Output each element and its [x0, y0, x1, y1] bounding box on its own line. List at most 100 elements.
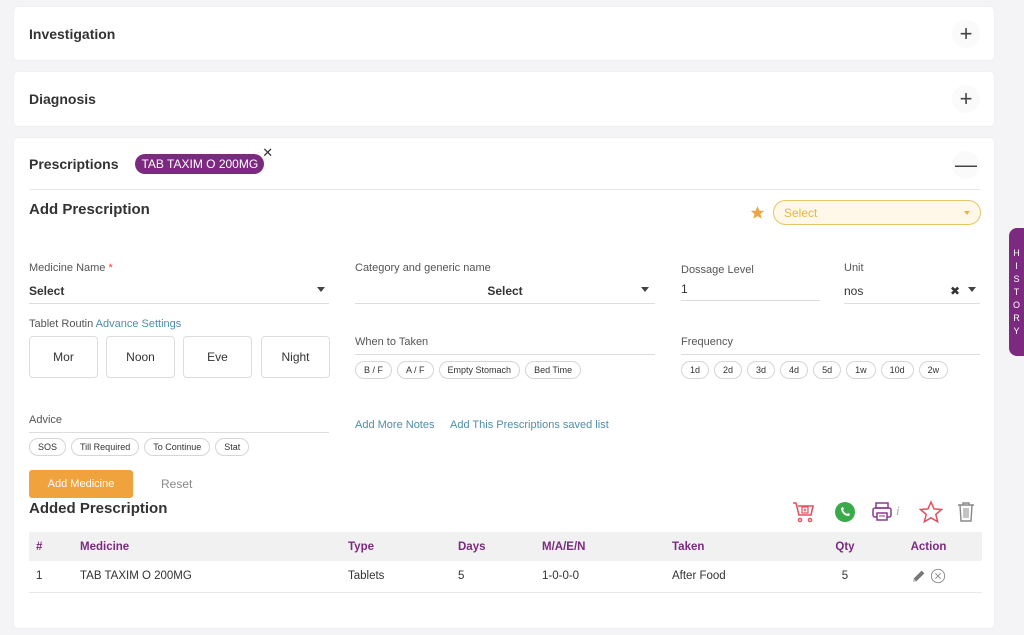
- when-before-food-chip[interactable]: B / F: [355, 361, 393, 379]
- reset-button[interactable]: Reset: [161, 477, 192, 491]
- diagnosis-title: Diagnosis: [29, 91, 96, 107]
- when-after-food-chip[interactable]: A / F: [397, 361, 434, 379]
- row-qty: 5: [815, 561, 875, 593]
- advice-to-continue-chip[interactable]: To Continue: [144, 438, 211, 456]
- save-prescription-list-link[interactable]: Add This Prescriptions saved list: [450, 419, 609, 431]
- tablet-routine-label-text: Tablet Routin: [29, 318, 94, 330]
- required-mark: *: [108, 262, 113, 274]
- frequency-chip[interactable]: 10d: [880, 361, 914, 379]
- clear-unit-icon[interactable]: ✖: [950, 284, 960, 298]
- category-value: Select: [487, 284, 523, 298]
- selected-medicine-chip: TAB TAXIM O 200MG ✕: [135, 145, 273, 174]
- unit-select[interactable]: nos ✖: [844, 284, 980, 304]
- selected-medicine-chip-label: TAB TAXIM O 200MG: [141, 157, 259, 171]
- when-to-taken-options: B / FA / F Empty Stomach Bed Time: [355, 360, 586, 379]
- row-taken: After Food: [665, 561, 815, 593]
- row-days: 5: [451, 561, 535, 593]
- row-maen: 1-0-0-0: [535, 561, 665, 593]
- table-row: 1 TAB TAXIM O 200MG Tablets 5 1-0-0-0 Af…: [29, 561, 982, 593]
- col-medicine: Medicine: [73, 532, 341, 561]
- when-to-taken-label: When to Taken: [355, 336, 655, 355]
- col-action: Action: [875, 532, 982, 561]
- history-letter: H: [1013, 247, 1020, 258]
- history-letter: Y: [1013, 325, 1020, 336]
- divider: [30, 189, 980, 190]
- frequency-chip[interactable]: 1d: [681, 361, 710, 379]
- history-letter: O: [1012, 299, 1020, 310]
- collapse-prescriptions-button[interactable]: —: [952, 151, 980, 179]
- row-actions: [875, 561, 982, 593]
- routine-evening-button[interactable]: Eve: [183, 336, 252, 378]
- frequency-chip[interactable]: 5d: [813, 361, 842, 379]
- advice-options: SOS Till Required To Continue Stat: [29, 437, 254, 456]
- history-letter: R: [1013, 312, 1020, 323]
- dosage-input[interactable]: 1: [681, 282, 820, 301]
- cart-icon[interactable]: [792, 500, 816, 524]
- col-days: Days: [451, 532, 535, 561]
- when-bed-time-chip[interactable]: Bed Time: [525, 361, 582, 379]
- frequency-chip[interactable]: 2w: [918, 361, 949, 379]
- col-type: Type: [341, 532, 451, 561]
- star-icon[interactable]: [919, 500, 943, 524]
- add-more-notes-link[interactable]: Add More Notes: [355, 419, 434, 431]
- frequency-chip[interactable]: 4d: [780, 361, 809, 379]
- medicine-name-label: Medicine Name *: [29, 262, 113, 274]
- history-letter: I: [1015, 260, 1018, 271]
- chevron-down-icon: [964, 211, 970, 215]
- frequency-chip[interactable]: 1w: [846, 361, 876, 379]
- diagnosis-section: Diagnosis +: [14, 72, 994, 126]
- favorite-select-placeholder: Select: [784, 206, 818, 220]
- favorite-star-icon: [750, 206, 765, 219]
- frequency-options: 1d 2d 3d 4d 5d 1w 10d 2w: [681, 360, 953, 379]
- category-label: Category and generic name: [355, 262, 491, 274]
- routine-night-button[interactable]: Night: [261, 336, 330, 378]
- expand-investigation-button[interactable]: +: [952, 20, 980, 48]
- col-qty: Qty: [815, 532, 875, 561]
- edit-pencil-icon[interactable]: [911, 568, 927, 584]
- printer-icon[interactable]: [870, 500, 894, 524]
- history-side-tab[interactable]: H I S T O R Y: [1009, 228, 1024, 356]
- added-prescription-heading: Added Prescription: [29, 500, 168, 517]
- unit-value: nos: [844, 284, 864, 298]
- chevron-down-icon: [968, 287, 976, 292]
- routine-noon-button[interactable]: Noon: [106, 336, 175, 378]
- col-number: #: [29, 532, 73, 561]
- chevron-down-icon: [641, 287, 649, 292]
- when-empty-stomach-chip[interactable]: Empty Stomach: [438, 361, 521, 379]
- table-header-row: # Medicine Type Days M/A/E/N Taken Qty A…: [29, 532, 982, 561]
- advice-sos-chip[interactable]: SOS: [29, 438, 67, 456]
- info-icon[interactable]: i: [896, 503, 900, 519]
- whatsapp-icon[interactable]: [833, 500, 857, 524]
- history-letter: S: [1013, 273, 1020, 284]
- remove-chip-icon[interactable]: ✕: [262, 145, 273, 161]
- favorite-prescription-select[interactable]: Select: [773, 200, 981, 225]
- row-medicine: TAB TAXIM O 200MG: [73, 561, 341, 593]
- trash-icon[interactable]: [954, 500, 978, 524]
- frequency-chip[interactable]: 3d: [747, 361, 776, 379]
- chevron-down-icon: [317, 287, 325, 292]
- dosage-label: Dossage Level: [681, 264, 754, 276]
- prescriptions-title: Prescriptions: [29, 156, 119, 172]
- advice-till-required-chip[interactable]: Till Required: [71, 438, 140, 456]
- remove-circle-x-icon[interactable]: [930, 568, 946, 584]
- add-prescription-heading: Add Prescription: [29, 201, 150, 218]
- routine-morning-button[interactable]: Mor: [29, 336, 98, 378]
- row-type: Tablets: [341, 561, 451, 593]
- col-maen: M/A/E/N: [535, 532, 665, 561]
- add-medicine-button[interactable]: Add Medicine: [29, 470, 133, 498]
- expand-diagnosis-button[interactable]: +: [952, 85, 980, 113]
- medicine-name-label-text: Medicine Name: [29, 262, 106, 274]
- row-number: 1: [29, 561, 73, 593]
- investigation-section: Investigation +: [14, 7, 994, 60]
- medicine-name-select[interactable]: Select: [29, 284, 329, 304]
- frequency-chip[interactable]: 2d: [714, 361, 743, 379]
- medicine-name-value: Select: [29, 284, 65, 298]
- advance-settings-link[interactable]: Advance Settings: [96, 318, 182, 330]
- frequency-label: Frequency: [681, 336, 980, 355]
- category-select[interactable]: Select: [355, 284, 655, 304]
- history-letter: T: [1013, 286, 1020, 297]
- added-prescription-table: # Medicine Type Days M/A/E/N Taken Qty A…: [29, 532, 982, 593]
- advice-stat-chip[interactable]: Stat: [215, 438, 250, 456]
- col-taken: Taken: [665, 532, 815, 561]
- unit-label: Unit: [844, 262, 864, 274]
